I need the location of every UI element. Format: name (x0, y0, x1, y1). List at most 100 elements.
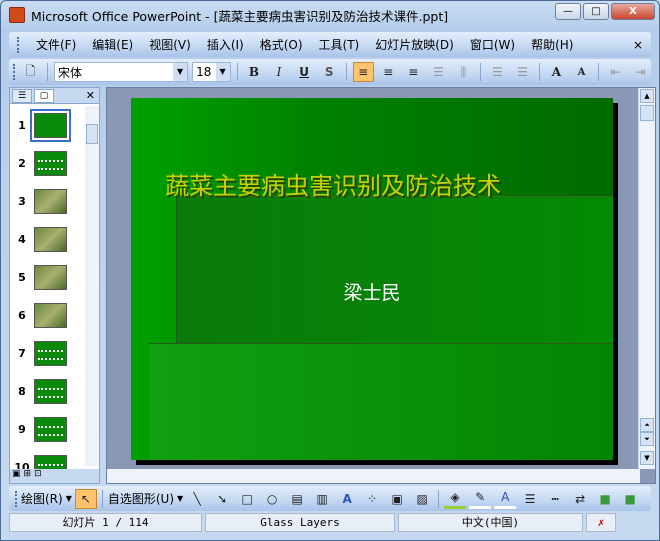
underline-button[interactable]: U (294, 62, 315, 82)
slide-thumbnail-image[interactable] (30, 108, 71, 142)
bullets-icon[interactable]: ☰ (512, 62, 533, 82)
minimize-button[interactable]: — (555, 3, 581, 20)
line-style-icon[interactable]: ☰ (519, 489, 541, 509)
numbering-icon[interactable]: ☰ (487, 62, 508, 82)
new-document-icon[interactable]: 🗋 (20, 62, 41, 82)
powerpoint-app-icon[interactable] (9, 7, 25, 23)
italic-button[interactable]: I (269, 62, 290, 82)
wordart-icon[interactable]: A (336, 489, 358, 509)
menu-help[interactable]: 帮助(H) (531, 36, 573, 53)
slide-thumbnail-image[interactable] (34, 378, 67, 404)
slide-title[interactable]: 蔬菜主要病虫害识别及防治技术 (165, 166, 501, 201)
vertical-scrollbar[interactable]: ▲ ⏶ ⏷ ▼ (638, 88, 655, 469)
slide-thumbnail-image[interactable] (34, 226, 67, 252)
grip-icon[interactable] (17, 36, 20, 53)
slide-number: 3 (18, 194, 26, 208)
scroll-thumb[interactable] (86, 124, 98, 144)
menu-view[interactable]: 视图(V) (149, 36, 191, 53)
dash-style-icon[interactable]: ┅ (544, 489, 566, 509)
font-color-icon[interactable]: A (494, 489, 517, 509)
slide-sorter-icon[interactable]: ⊞ (24, 469, 32, 483)
rectangle-icon[interactable]: □ (236, 489, 258, 509)
tab-slides[interactable]: ▢ (34, 88, 54, 103)
autoshapes-button[interactable]: 自选图形(U) (108, 490, 174, 507)
next-slide-icon[interactable]: ⏷ (640, 432, 654, 446)
slide-thumbnail[interactable]: 6 (10, 296, 86, 334)
line-spacing-icon[interactable]: ⫼ (453, 62, 474, 82)
menu-window[interactable]: 窗口(W) (470, 36, 515, 53)
grip-icon[interactable] (15, 490, 18, 507)
select-pointer-icon[interactable]: ↖ (74, 488, 97, 509)
slide-thumbnail-image[interactable] (34, 264, 67, 290)
slide-thumbnail[interactable]: 5 (10, 258, 86, 296)
close-button[interactable]: X (611, 3, 655, 20)
slide-subtitle[interactable]: 梁士民 (131, 278, 613, 305)
slide-thumbnail-image[interactable] (34, 188, 67, 214)
bold-button[interactable]: B (243, 62, 264, 82)
align-left-icon[interactable]: ≡ (352, 62, 374, 82)
close-pane-icon[interactable]: ✕ (86, 89, 95, 102)
diagram-icon[interactable]: ⁘ (361, 489, 383, 509)
slide-number: 7 (18, 346, 26, 360)
draw-menu-button[interactable]: 绘图(R) (21, 490, 63, 507)
line-icon[interactable]: ╲ (186, 489, 208, 509)
clipart-icon[interactable]: ▣ (386, 489, 408, 509)
title-bar: Microsoft Office PowerPoint - [蔬菜主要病虫害识别… (1, 1, 660, 29)
vertical-textbox-icon[interactable]: ▥ (311, 489, 333, 509)
font-size-select[interactable]: 18 ▼ (192, 62, 231, 82)
fill-color-icon[interactable]: ◈ (444, 489, 467, 509)
slide-thumbnail[interactable]: 8 (10, 372, 86, 410)
chevron-down-icon[interactable]: ▼ (173, 63, 188, 81)
slide-thumbnail[interactable]: 7 (10, 334, 86, 372)
slide-thumbnail[interactable]: 3 (10, 182, 86, 220)
slide-thumbnail[interactable]: 1 (10, 106, 86, 144)
decrease-font-button[interactable]: A (571, 62, 592, 82)
3d-style-icon[interactable]: ■ (619, 489, 641, 509)
align-center-icon[interactable]: ≡ (378, 62, 399, 82)
menu-file[interactable]: 文件(F) (36, 36, 76, 53)
menu-insert[interactable]: 插入(I) (207, 36, 244, 53)
scroll-down-icon[interactable]: ▼ (640, 451, 654, 465)
line-color-icon[interactable]: ✎ (469, 489, 492, 509)
chevron-down-icon[interactable]: ▼ (215, 63, 230, 81)
menu-format[interactable]: 格式(O) (260, 36, 303, 53)
grip-icon[interactable] (13, 64, 16, 80)
align-right-icon[interactable]: ≡ (403, 62, 424, 82)
slide-thumbnail-image[interactable] (34, 150, 67, 176)
slide-thumbnail-image[interactable] (34, 340, 67, 366)
distribute-icon[interactable]: ☰ (428, 62, 449, 82)
slide-canvas[interactable]: 蔬菜主要病虫害识别及防治技术 梁士民 (131, 98, 613, 460)
increase-font-button[interactable]: A (546, 62, 567, 82)
slide-thumbnail-image[interactable] (34, 302, 67, 328)
decrease-indent-icon[interactable]: ⇤ (605, 62, 626, 82)
close-document-button[interactable]: × (633, 38, 643, 52)
shadow-button[interactable]: S (319, 62, 340, 82)
oval-icon[interactable]: ○ (261, 489, 283, 509)
shadow-style-icon[interactable]: ■ (594, 489, 616, 509)
slide-thumbnail[interactable]: 9 (10, 410, 86, 448)
horizontal-scrollbar[interactable] (107, 469, 640, 483)
spelling-status-icon[interactable]: ✗ (586, 513, 616, 532)
normal-view-icon[interactable]: ▣ (12, 469, 21, 483)
slide-thumbnail[interactable]: 2 (10, 144, 86, 182)
thumbnail-scrollbar[interactable] (85, 106, 99, 466)
scroll-up-icon[interactable]: ▲ (640, 89, 654, 103)
design-template[interactable]: Glass Layers (205, 513, 395, 532)
picture-icon[interactable]: ▨ (411, 489, 433, 509)
slide-thumbnail-image[interactable] (34, 416, 67, 442)
maximize-button[interactable]: □ (583, 3, 609, 20)
increase-indent-icon[interactable]: ⇥ (630, 62, 651, 82)
slide-number: 9 (18, 422, 26, 436)
previous-slide-icon[interactable]: ⏶ (640, 418, 654, 432)
slide-thumbnail[interactable]: 4 (10, 220, 86, 258)
slideshow-icon[interactable]: ⊡ (34, 469, 42, 483)
arrow-icon[interactable]: ➘ (211, 489, 233, 509)
arrow-style-icon[interactable]: ⇄ (569, 489, 591, 509)
menu-slideshow[interactable]: 幻灯片放映(D) (375, 36, 454, 53)
tab-outline[interactable]: ☰ (12, 88, 32, 103)
menu-edit[interactable]: 编辑(E) (92, 36, 133, 53)
scroll-thumb[interactable] (640, 105, 654, 121)
textbox-icon[interactable]: ▤ (286, 489, 308, 509)
menu-tools[interactable]: 工具(T) (319, 36, 360, 53)
font-select[interactable]: 宋体 ▼ (53, 62, 189, 82)
